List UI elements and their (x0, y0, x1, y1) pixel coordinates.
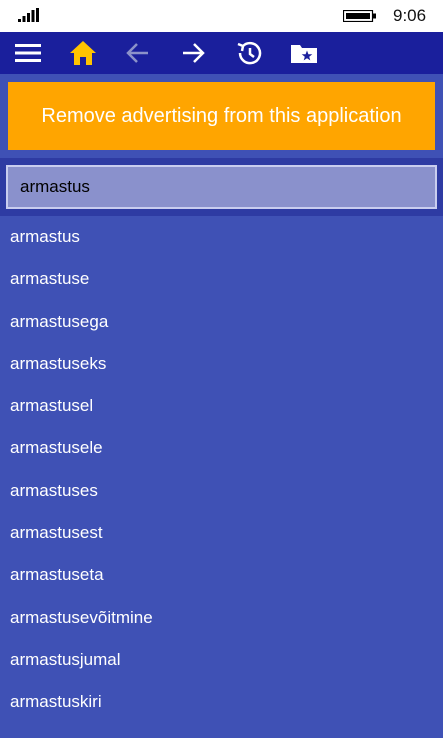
remove-ads-banner[interactable]: Remove advertising from this application (8, 82, 435, 150)
search-input[interactable]: armastus (6, 165, 437, 209)
list-item[interactable]: armastuskiri (0, 681, 443, 723)
toolbar (0, 32, 443, 74)
home-button[interactable] (68, 38, 98, 68)
list-item[interactable]: armastuses (0, 470, 443, 512)
list-item[interactable]: armastusevõitmine (0, 597, 443, 639)
list-item[interactable]: armastuseta (0, 554, 443, 596)
battery-icon (343, 10, 376, 22)
status-bar: 9:06 (0, 0, 443, 32)
list-item[interactable]: armastusest (0, 512, 443, 554)
results-list: armastus armastuse armastusega armastuseks a… (0, 216, 443, 738)
search-bar: armastus (0, 158, 443, 216)
forward-button[interactable] (178, 38, 208, 68)
list-item[interactable]: armastusele (0, 427, 443, 469)
list-item[interactable]: armastuseks (0, 343, 443, 385)
list-item[interactable]: armastusel (0, 385, 443, 427)
history-button[interactable] (234, 38, 264, 68)
arrow-left-icon (126, 43, 148, 63)
star-folder-icon (291, 45, 317, 63)
back-button[interactable] (123, 38, 153, 68)
list-item[interactable]: armastusega (0, 301, 443, 343)
list-item[interactable]: armastusjumal (0, 639, 443, 681)
favorites-button[interactable] (289, 38, 319, 68)
signal-icon (18, 8, 39, 22)
list-item[interactable]: armastus (0, 216, 443, 258)
home-icon (70, 41, 96, 65)
list-item[interactable]: armastuse (0, 258, 443, 300)
hamburger-icon (15, 44, 41, 62)
history-icon (237, 41, 262, 65)
menu-button[interactable] (13, 38, 43, 68)
clock: 9:06 (393, 6, 427, 25)
arrow-right-icon (183, 43, 205, 63)
